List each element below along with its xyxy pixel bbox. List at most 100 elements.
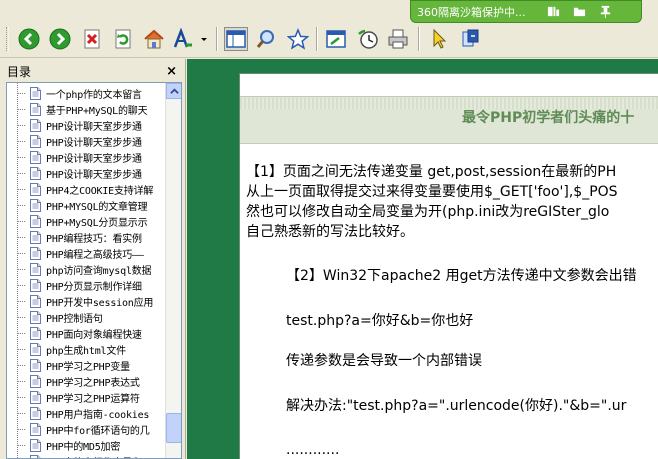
document-paragraph: test.php?a=你好&b=你也好 bbox=[286, 313, 474, 329]
tree-item[interactable]: PHP学习之PHP变量 bbox=[7, 357, 165, 373]
tree-item-label: PHP中的串行化变量和 bbox=[46, 454, 142, 459]
tree-item[interactable]: php生成html文件 bbox=[7, 341, 165, 357]
locate-icon bbox=[326, 30, 346, 48]
forward-button[interactable] bbox=[48, 27, 72, 51]
toolbar-grip[interactable] bbox=[6, 27, 9, 51]
document-paragraph: 【2】Win32下apache2 用get方法传递中文参数会出错 bbox=[286, 268, 637, 284]
document-icon bbox=[27, 405, 43, 421]
document-paragraph: 自己熟悉新的写法比较好。 bbox=[246, 224, 414, 240]
tree-item[interactable]: PHP分页显示制作详细 bbox=[7, 277, 165, 293]
history-button[interactable] bbox=[356, 27, 380, 51]
document-paragraph: 【1】页面之间无法传递变量 get,post,session在最新的PH bbox=[246, 164, 617, 180]
tree-item[interactable]: PHP4之COOKIE支持详解 bbox=[7, 181, 165, 197]
sandbox-settings-button[interactable] bbox=[545, 4, 561, 20]
scroll-thumb[interactable] bbox=[166, 413, 181, 443]
tree-item-label: PHP4之COOKIE支持详解 bbox=[46, 185, 154, 197]
stop-button[interactable] bbox=[80, 27, 104, 51]
tree-item[interactable]: PHP学习之PHP运算符 bbox=[7, 389, 165, 405]
tree-item[interactable]: PHP编程技巧：看实例 bbox=[7, 229, 165, 245]
tree-item-label: PHP分页显示制作详细 bbox=[46, 281, 142, 293]
refresh-button[interactable] bbox=[111, 27, 135, 51]
tree-item[interactable]: 一个php作的文本留言 bbox=[7, 85, 165, 101]
contents-panel-header: 目录 × bbox=[2, 61, 182, 81]
font-size-button[interactable] bbox=[171, 27, 195, 51]
tree-connector bbox=[17, 301, 25, 302]
sandbox-settings-icon bbox=[547, 6, 559, 17]
tree-item[interactable]: PHP编程之高级技巧—— bbox=[7, 245, 165, 261]
tree-item[interactable]: 基于PHP+MySQL的聊天 bbox=[7, 101, 165, 117]
tree-item[interactable]: PHP+MYSQL的文章管理 bbox=[7, 197, 165, 213]
locate-button[interactable] bbox=[324, 27, 348, 51]
document-icon bbox=[27, 85, 43, 101]
tree-item[interactable]: PHP用户指南-cookies bbox=[7, 405, 165, 421]
folder-icon bbox=[573, 7, 585, 17]
document-icon bbox=[27, 165, 43, 181]
tree-item-label: PHP面向对象编程快速 bbox=[46, 329, 142, 341]
pointer-icon bbox=[433, 28, 447, 49]
back-icon bbox=[18, 28, 40, 50]
tree-item[interactable]: PHP设计聊天室步步通 bbox=[7, 117, 165, 133]
tree-connector bbox=[17, 141, 25, 142]
tree-connector bbox=[17, 285, 25, 286]
tree-item[interactable]: PHP开发中session应用 bbox=[7, 293, 165, 309]
tree-item[interactable]: PHP控制语句 bbox=[7, 309, 165, 325]
document-icon bbox=[27, 133, 43, 149]
document-paragraph: ............ bbox=[286, 442, 340, 458]
tree-item[interactable]: PHP面向对象编程快速 bbox=[7, 325, 165, 341]
tree-item[interactable]: PHP中的MD5加密 bbox=[7, 437, 165, 453]
sandbox-pin-button[interactable] bbox=[597, 4, 613, 20]
tree-connector bbox=[17, 349, 25, 350]
tree-item[interactable]: PHP中的串行化变量和 bbox=[7, 453, 165, 459]
tree-list: 一个php作的文本留言 基于PHP+MySQL的聊天 PHP设计聊天室步步通 PHP设… bbox=[7, 85, 165, 459]
tree-item-label: PHP+MYSQL的文章管理 bbox=[46, 201, 148, 213]
favorites-button[interactable] bbox=[286, 27, 310, 51]
document-icon bbox=[27, 261, 43, 277]
tree-connector bbox=[17, 109, 25, 110]
tree-item[interactable]: PHP设计聊天室步步通 bbox=[7, 149, 165, 165]
home-button[interactable] bbox=[142, 27, 166, 51]
pin-icon bbox=[600, 5, 610, 18]
tree-connector bbox=[17, 445, 25, 446]
chevron-up-icon bbox=[169, 87, 179, 94]
document-icon bbox=[27, 213, 43, 229]
toggle-sidebar-button[interactable] bbox=[224, 27, 248, 51]
document-paragraph: 然也可以修改自动全局变量为开(php.ini改为reGISter_glo bbox=[246, 204, 610, 220]
chevron-down-icon bbox=[201, 38, 207, 41]
toolbar-separator bbox=[418, 27, 420, 51]
options-button[interactable] bbox=[458, 27, 482, 51]
document-paragraph: 传递参数是会导致一个内部错误 bbox=[286, 353, 482, 369]
print-button[interactable] bbox=[386, 27, 410, 51]
document-icon bbox=[27, 197, 43, 213]
tree-item-label: PHP控制语句 bbox=[46, 313, 103, 325]
sandbox-folder-button[interactable] bbox=[571, 4, 587, 20]
back-button[interactable] bbox=[17, 27, 41, 51]
tree-item[interactable]: PHP设计聊天室步步通 bbox=[7, 165, 165, 181]
pointer-button[interactable] bbox=[426, 27, 450, 51]
search-button[interactable] bbox=[254, 27, 278, 51]
tree-connector bbox=[17, 157, 25, 158]
sandbox-notification[interactable]: 360隔离沙箱保护中... bbox=[410, 0, 642, 23]
scroll-up-button[interactable] bbox=[166, 83, 181, 99]
chm-viewer-window: 360隔离沙箱保护中... 目录 × 一个php作的文本留言基于PHP+MySQ… bbox=[0, 0, 658, 459]
tree-scrollbar[interactable] bbox=[165, 83, 181, 458]
tree-connector bbox=[17, 333, 25, 334]
close-contents-panel-button[interactable]: × bbox=[166, 64, 177, 79]
tree-item-label: 基于PHP+MySQL的聊天 bbox=[46, 105, 148, 117]
tree-item-label: PHP学习之PHP变量 bbox=[46, 361, 130, 373]
document-icon bbox=[27, 245, 43, 261]
font-size-dropdown[interactable] bbox=[197, 27, 211, 51]
document-icon bbox=[27, 117, 43, 133]
favorites-icon bbox=[287, 28, 309, 50]
tree-item[interactable]: PHP中for循环语句的几 bbox=[7, 421, 165, 437]
tree-item[interactable]: PHP设计聊天室步步通 bbox=[7, 133, 165, 149]
history-icon bbox=[358, 29, 378, 49]
tree-item[interactable]: PHP学习之PHP表达式 bbox=[7, 373, 165, 389]
tree-item-label: PHP中for循环语句的几 bbox=[46, 425, 150, 437]
tree-item-label: php访问查询mysql数据 bbox=[46, 265, 152, 277]
tree-item[interactable]: PHP+MySQL分页显示示 bbox=[7, 213, 165, 229]
toggle-sidebar-icon bbox=[226, 30, 246, 48]
tree-item[interactable]: php访问查询mysql数据 bbox=[7, 261, 165, 277]
contents-tree[interactable]: 一个php作的文本留言 基于PHP+MySQL的聊天 PHP设计聊天室步步通 PHP设… bbox=[6, 82, 182, 459]
document-icon bbox=[27, 357, 43, 373]
tree-connector bbox=[17, 237, 25, 238]
